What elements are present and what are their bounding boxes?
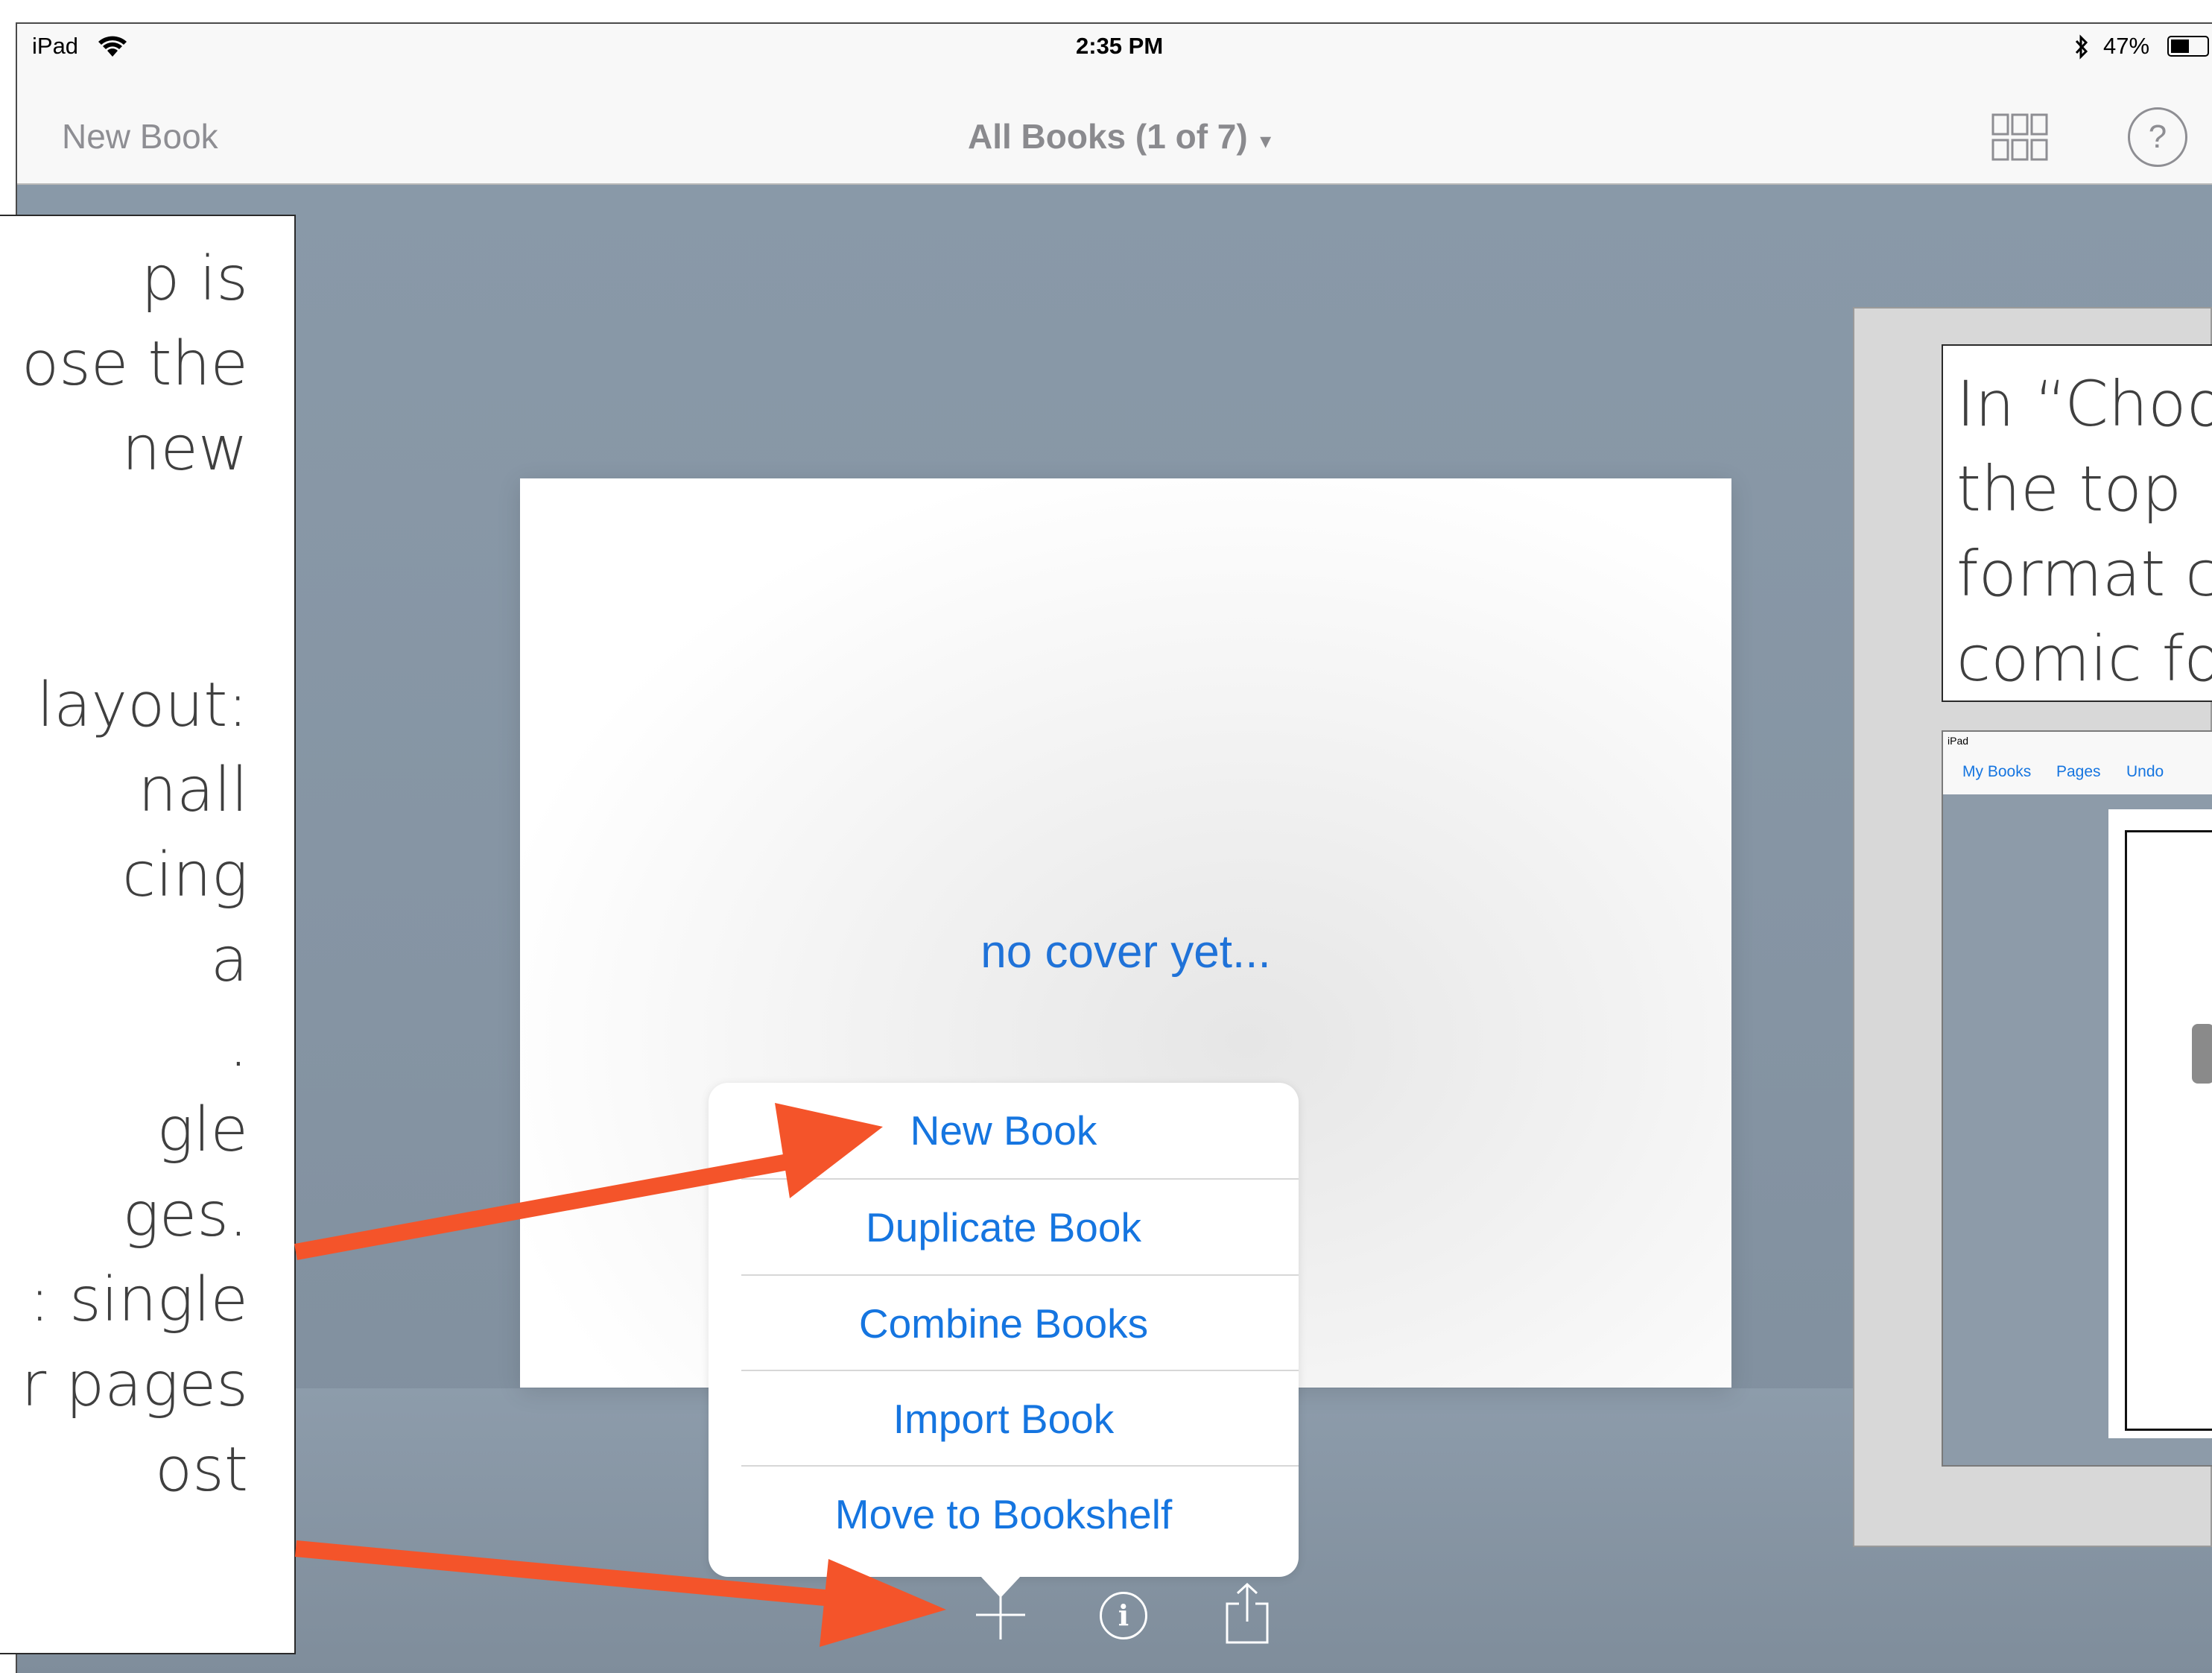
arrow-to-add-button [294, 1540, 946, 1647]
arrow-to-new-book [294, 1103, 883, 1260]
callout-arrows [294, 1103, 946, 1647]
